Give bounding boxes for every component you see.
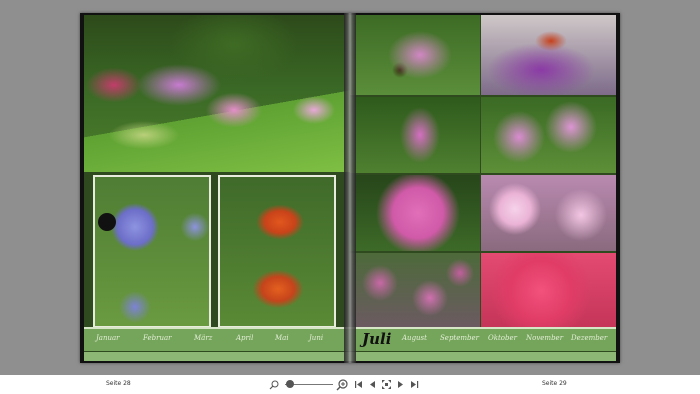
month-label: März (194, 334, 213, 342)
red-hydrangea-photo (481, 253, 616, 329)
month-label: Februar (143, 334, 172, 342)
left-page[interactable]: Januar Februar März April Mai Juni (84, 15, 350, 361)
zoom-in-icon[interactable] (335, 376, 349, 393)
month-label: Dezember (571, 334, 608, 342)
right-month-strip: Juli August September Oktober November D… (350, 329, 616, 351)
current-month-label: Juli (362, 330, 392, 348)
pink-flowers-with-bee-photo (350, 15, 480, 95)
butterfly-on-buddleia-photo (481, 15, 616, 95)
echinacea-photo (350, 253, 480, 329)
next-page-icon[interactable] (393, 376, 407, 393)
photo-book-spread[interactable]: Januar Februar März April Mai Juni Juli (80, 13, 620, 363)
left-page-number: Seite 28 (106, 380, 131, 387)
viewer-toolbar: Seite 28 Seite 29 (0, 375, 700, 394)
month-label: November (526, 334, 564, 342)
phlox-photo (481, 175, 616, 251)
orange-lily-photo (218, 175, 336, 328)
zoom-out-icon[interactable] (267, 376, 281, 393)
navigation-controls (265, 376, 435, 393)
book-spine (344, 13, 356, 363)
month-label: Juni (309, 334, 324, 342)
pink-hydrangea-photo (350, 175, 480, 251)
left-month-strip: Januar Februar März April Mai Juni (84, 329, 350, 351)
last-page-icon[interactable] (407, 376, 421, 393)
month-label: August (402, 334, 427, 342)
zoom-slider-handle[interactable] (285, 380, 294, 388)
book-viewer: Januar Februar März April Mai Juni Juli (0, 0, 700, 375)
month-label: September (440, 334, 479, 342)
month-label: Mai (275, 334, 289, 342)
right-page-number: Seite 29 (542, 380, 567, 387)
first-page-icon[interactable] (351, 376, 365, 393)
right-bottom-strip (350, 352, 616, 361)
month-label: April (236, 334, 254, 342)
pink-mallow-photo (481, 97, 616, 173)
previous-page-icon[interactable] (365, 376, 379, 393)
fit-to-screen-icon[interactable] (379, 376, 393, 393)
left-bottom-strip (84, 352, 350, 361)
month-label: Januar (96, 334, 120, 342)
frame-decoration-hole (98, 213, 116, 231)
month-label: Oktober (488, 334, 517, 342)
garden-border-photo (84, 15, 350, 172)
globe-thistle-photo (93, 175, 211, 328)
right-page[interactable]: Juli August September Oktober November D… (350, 15, 616, 361)
bee-on-pink-flowers-photo (350, 97, 480, 173)
